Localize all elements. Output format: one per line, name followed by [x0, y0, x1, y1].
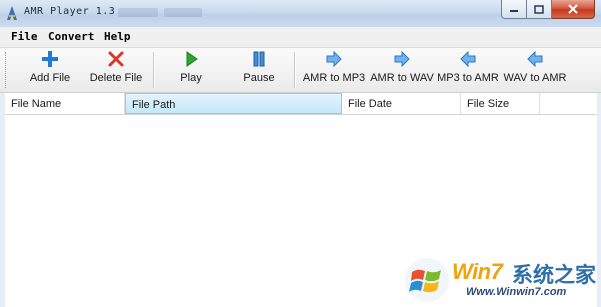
- add-file-button[interactable]: Add File: [28, 50, 72, 90]
- amr-to-mp3-label: AMR to MP3: [302, 72, 366, 84]
- minimize-icon: [510, 10, 518, 12]
- toolbar-separator: [294, 52, 296, 88]
- title-bar[interactable]: AMR Player 1.3: [0, 0, 601, 27]
- close-icon: [568, 4, 578, 14]
- mp3-to-amr-label: MP3 to AMR: [437, 72, 499, 84]
- watermark-brand: Win7: [452, 259, 503, 284]
- arrow-right-icon: [394, 50, 410, 68]
- play-label: Play: [180, 72, 202, 84]
- maximize-icon: [534, 4, 544, 14]
- add-file-label: Add File: [29, 72, 71, 84]
- amr-to-wav-button[interactable]: AMR to WAV: [370, 50, 434, 90]
- file-list[interactable]: [5, 115, 597, 307]
- minimize-button[interactable]: [501, 0, 527, 19]
- wav-to-amr-button[interactable]: WAV to AMR: [503, 50, 567, 90]
- app-icon: [7, 6, 17, 20]
- wav-to-amr-label: WAV to AMR: [503, 72, 567, 84]
- list-header: File Name File Path File Date File Size: [5, 93, 597, 115]
- amr-to-wav-label: AMR to WAV: [370, 72, 434, 84]
- delete-x-icon: [108, 51, 124, 67]
- toolbar-separator: [153, 52, 155, 88]
- menu-bar: File Convert Help: [0, 27, 601, 48]
- window-title: AMR Player 1.3: [24, 6, 116, 17]
- watermark-url: Www.Winwin7.com: [466, 286, 567, 298]
- menu-help[interactable]: Help: [104, 30, 131, 43]
- blurred-text: [118, 8, 158, 17]
- mp3-to-amr-button[interactable]: MP3 to AMR: [437, 50, 499, 90]
- play-icon: [186, 51, 198, 67]
- delete-file-button[interactable]: Delete File: [89, 50, 143, 90]
- watermark-brand-cn: 系统之家: [512, 264, 596, 287]
- pause-label: Pause: [243, 72, 275, 84]
- maximize-button[interactable]: [527, 0, 552, 19]
- arrow-right-icon: [326, 50, 342, 68]
- pause-icon: [253, 51, 265, 67]
- amr-to-mp3-button[interactable]: AMR to MP3: [303, 50, 365, 90]
- toolbar: Add File Delete File Play Pause AMR to M…: [0, 48, 601, 93]
- window-controls: [501, 0, 595, 19]
- column-header-file-date[interactable]: File Date: [342, 93, 461, 114]
- plus-icon: [42, 51, 58, 67]
- arrow-left-icon: [527, 50, 543, 68]
- close-button[interactable]: [552, 0, 595, 19]
- menu-convert[interactable]: Convert: [48, 30, 94, 43]
- column-header-file-path[interactable]: File Path: [125, 93, 342, 114]
- menu-file[interactable]: File: [11, 30, 38, 43]
- column-header-file-name[interactable]: File Name: [5, 93, 125, 114]
- column-header-file-size[interactable]: File Size: [461, 93, 540, 114]
- pause-button[interactable]: Pause: [240, 50, 278, 90]
- blurred-text: [164, 8, 202, 17]
- toolbar-grip[interactable]: [5, 52, 8, 88]
- delete-file-label: Delete File: [89, 72, 143, 84]
- play-button[interactable]: Play: [174, 50, 208, 90]
- arrow-left-icon: [460, 50, 476, 68]
- window-frame-right: [597, 93, 601, 307]
- windows-logo-watermark: [405, 258, 449, 302]
